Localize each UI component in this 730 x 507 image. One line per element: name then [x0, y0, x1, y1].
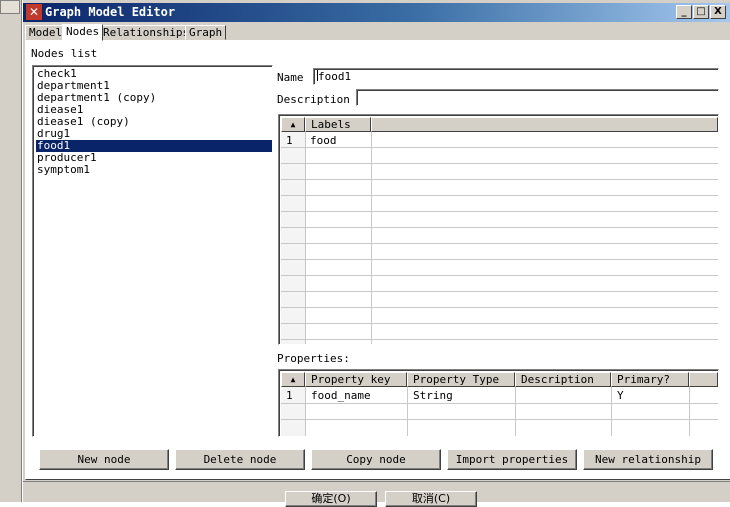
labels-header-filler	[371, 117, 718, 132]
properties-row-header-strip	[281, 387, 305, 436]
nodes-list-title: Nodes list	[31, 47, 98, 60]
ok-button[interactable]: 确定(O)	[285, 491, 377, 507]
copy-node-button[interactable]: Copy node	[311, 449, 441, 470]
property-key-cell[interactable]: food_name	[311, 389, 371, 402]
grid-line	[281, 179, 718, 180]
grid-line	[281, 211, 718, 212]
grid-line	[281, 243, 718, 244]
grid-line	[281, 147, 718, 148]
nodes-tab-panel: Nodes list check1 department1 department1 …	[25, 40, 730, 480]
name-label: Name	[277, 71, 304, 84]
grid-line	[281, 195, 718, 196]
minimize-button[interactable]: _	[676, 5, 692, 19]
property-type-cell[interactable]: String	[413, 389, 453, 402]
tab-nodes[interactable]: Nodes	[62, 24, 104, 41]
property-key-header[interactable]: Property key	[305, 372, 407, 387]
description-input[interactable]	[356, 89, 719, 106]
tab-model[interactable]: Model	[25, 25, 67, 40]
property-primary-header[interactable]: Primary?	[611, 372, 689, 387]
grid-line	[515, 387, 516, 436]
property-primary-cell[interactable]: Y	[617, 389, 624, 402]
tab-relationships[interactable]: Relationships	[99, 25, 194, 40]
background-strip	[0, 0, 22, 502]
name-input-value: food1	[318, 70, 352, 83]
grid-line	[281, 275, 718, 276]
sort-up-icon[interactable]: ▲	[281, 372, 305, 387]
sort-up-icon[interactable]: ▲	[281, 117, 305, 132]
import-properties-button[interactable]: Import properties	[447, 449, 577, 470]
new-relationship-button[interactable]: New relationship	[583, 449, 713, 470]
dialog-footer: 确定(O) 取消(C)	[23, 481, 730, 507]
nodes-list[interactable]: check1 department1 department1 (copy) dieas…	[32, 65, 273, 437]
labels-row-index: 1	[286, 134, 293, 147]
grid-line	[281, 307, 718, 308]
grid-line	[305, 387, 306, 436]
new-node-button[interactable]: New node	[39, 449, 169, 470]
grid-line	[281, 291, 718, 292]
properties-title: Properties:	[277, 352, 350, 365]
background-window-corner	[0, 0, 20, 14]
graph-model-editor-window: ✕ Graph Model Editor _ □ X Model Nodes R…	[22, 0, 730, 507]
properties-row-index: 1	[286, 389, 293, 402]
grid-line	[281, 227, 718, 228]
grid-line	[305, 132, 306, 344]
title-bar[interactable]: ✕ Graph Model Editor _ □ X	[23, 3, 730, 22]
grid-line	[281, 403, 718, 404]
grid-line	[281, 163, 718, 164]
property-type-header[interactable]: Property Type	[407, 372, 515, 387]
name-input[interactable]: food1	[313, 68, 719, 85]
maximize-button[interactable]: □	[693, 5, 709, 19]
properties-header-filler	[689, 372, 718, 387]
delete-node-button[interactable]: Delete node	[175, 449, 305, 470]
labels-cell[interactable]: food	[310, 134, 337, 147]
grid-line	[689, 387, 690, 436]
labels-column-header[interactable]: Labels	[305, 117, 371, 132]
grid-line	[281, 323, 718, 324]
tools-icon: ✕	[26, 4, 42, 20]
grid-line	[407, 387, 408, 436]
grid-line	[281, 339, 718, 340]
close-button[interactable]: X	[710, 5, 726, 19]
labels-table[interactable]: ▲ Labels 1 food	[278, 114, 719, 345]
grid-line	[281, 419, 718, 420]
window-title: Graph Model Editor	[45, 5, 176, 19]
grid-line	[281, 259, 718, 260]
grid-line	[611, 387, 612, 436]
tab-graph[interactable]: Graph	[185, 25, 227, 40]
node-list-item[interactable]: symptom1	[36, 164, 91, 176]
property-description-header[interactable]: Description	[515, 372, 611, 387]
description-label: Description	[277, 93, 350, 106]
properties-table[interactable]: ▲ Property key Property Type Description…	[278, 369, 719, 437]
grid-line	[371, 132, 372, 344]
cancel-button[interactable]: 取消(C)	[385, 491, 477, 507]
